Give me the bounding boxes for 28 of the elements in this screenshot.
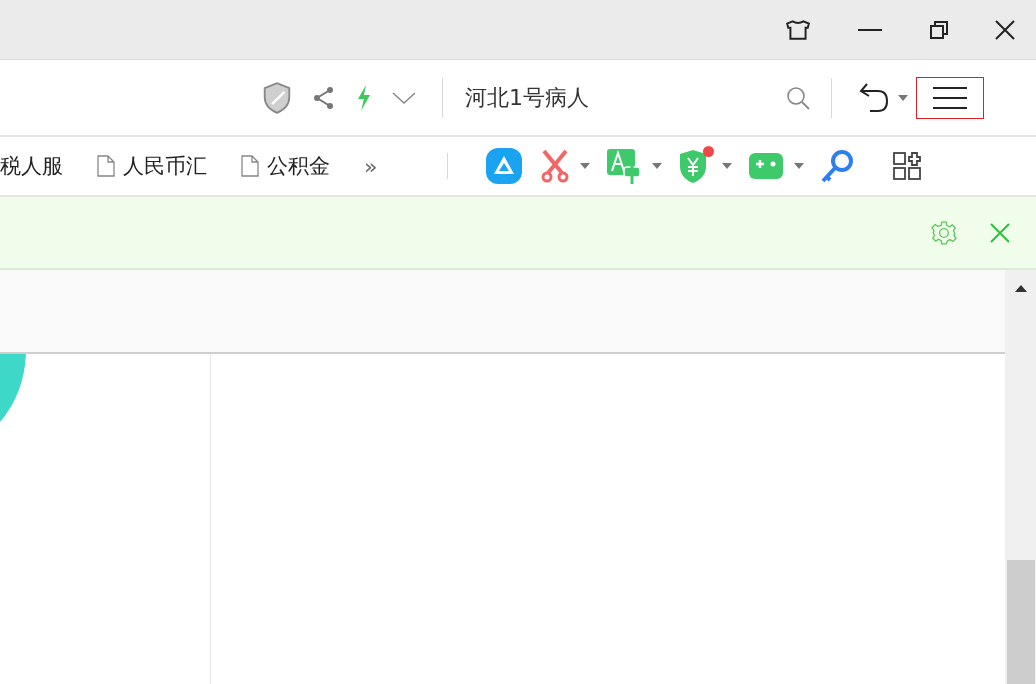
restore-icon[interactable] (929, 19, 949, 40)
search-icon[interactable] (785, 84, 811, 111)
caret-icon[interactable] (580, 163, 591, 169)
bookmark-link[interactable]: 税人服 (0, 152, 63, 180)
caret-icon[interactable] (794, 163, 805, 169)
scroll-up-icon[interactable] (1014, 284, 1027, 292)
shield-icon[interactable] (262, 81, 292, 114)
shirt-icon[interactable] (785, 18, 811, 41)
scrollbar-thumb[interactable] (1006, 560, 1035, 684)
chevron-down-icon[interactable] (392, 91, 416, 104)
menu-icon (933, 85, 967, 110)
caret-icon[interactable] (652, 163, 663, 169)
scissors-icon[interactable] (540, 149, 571, 183)
scrollbar[interactable] (1005, 270, 1036, 684)
caret-icon[interactable] (898, 94, 908, 101)
apps-grid-icon[interactable] (892, 151, 923, 181)
undo-icon[interactable] (858, 81, 890, 114)
caret-icon[interactable] (722, 163, 733, 169)
page-icon (241, 155, 259, 177)
bookmark-link[interactable]: 人民币汇 (97, 152, 207, 180)
close-icon[interactable] (995, 19, 1015, 40)
page-icon (97, 155, 115, 177)
more-bookmarks-button[interactable]: » (364, 153, 378, 179)
share-icon[interactable] (312, 85, 336, 110)
arc-drawing (0, 354, 26, 422)
cloud-app-icon[interactable] (484, 146, 525, 186)
menu-button[interactable] (916, 76, 984, 119)
bookmark-link[interactable]: 公积金 (241, 152, 330, 180)
